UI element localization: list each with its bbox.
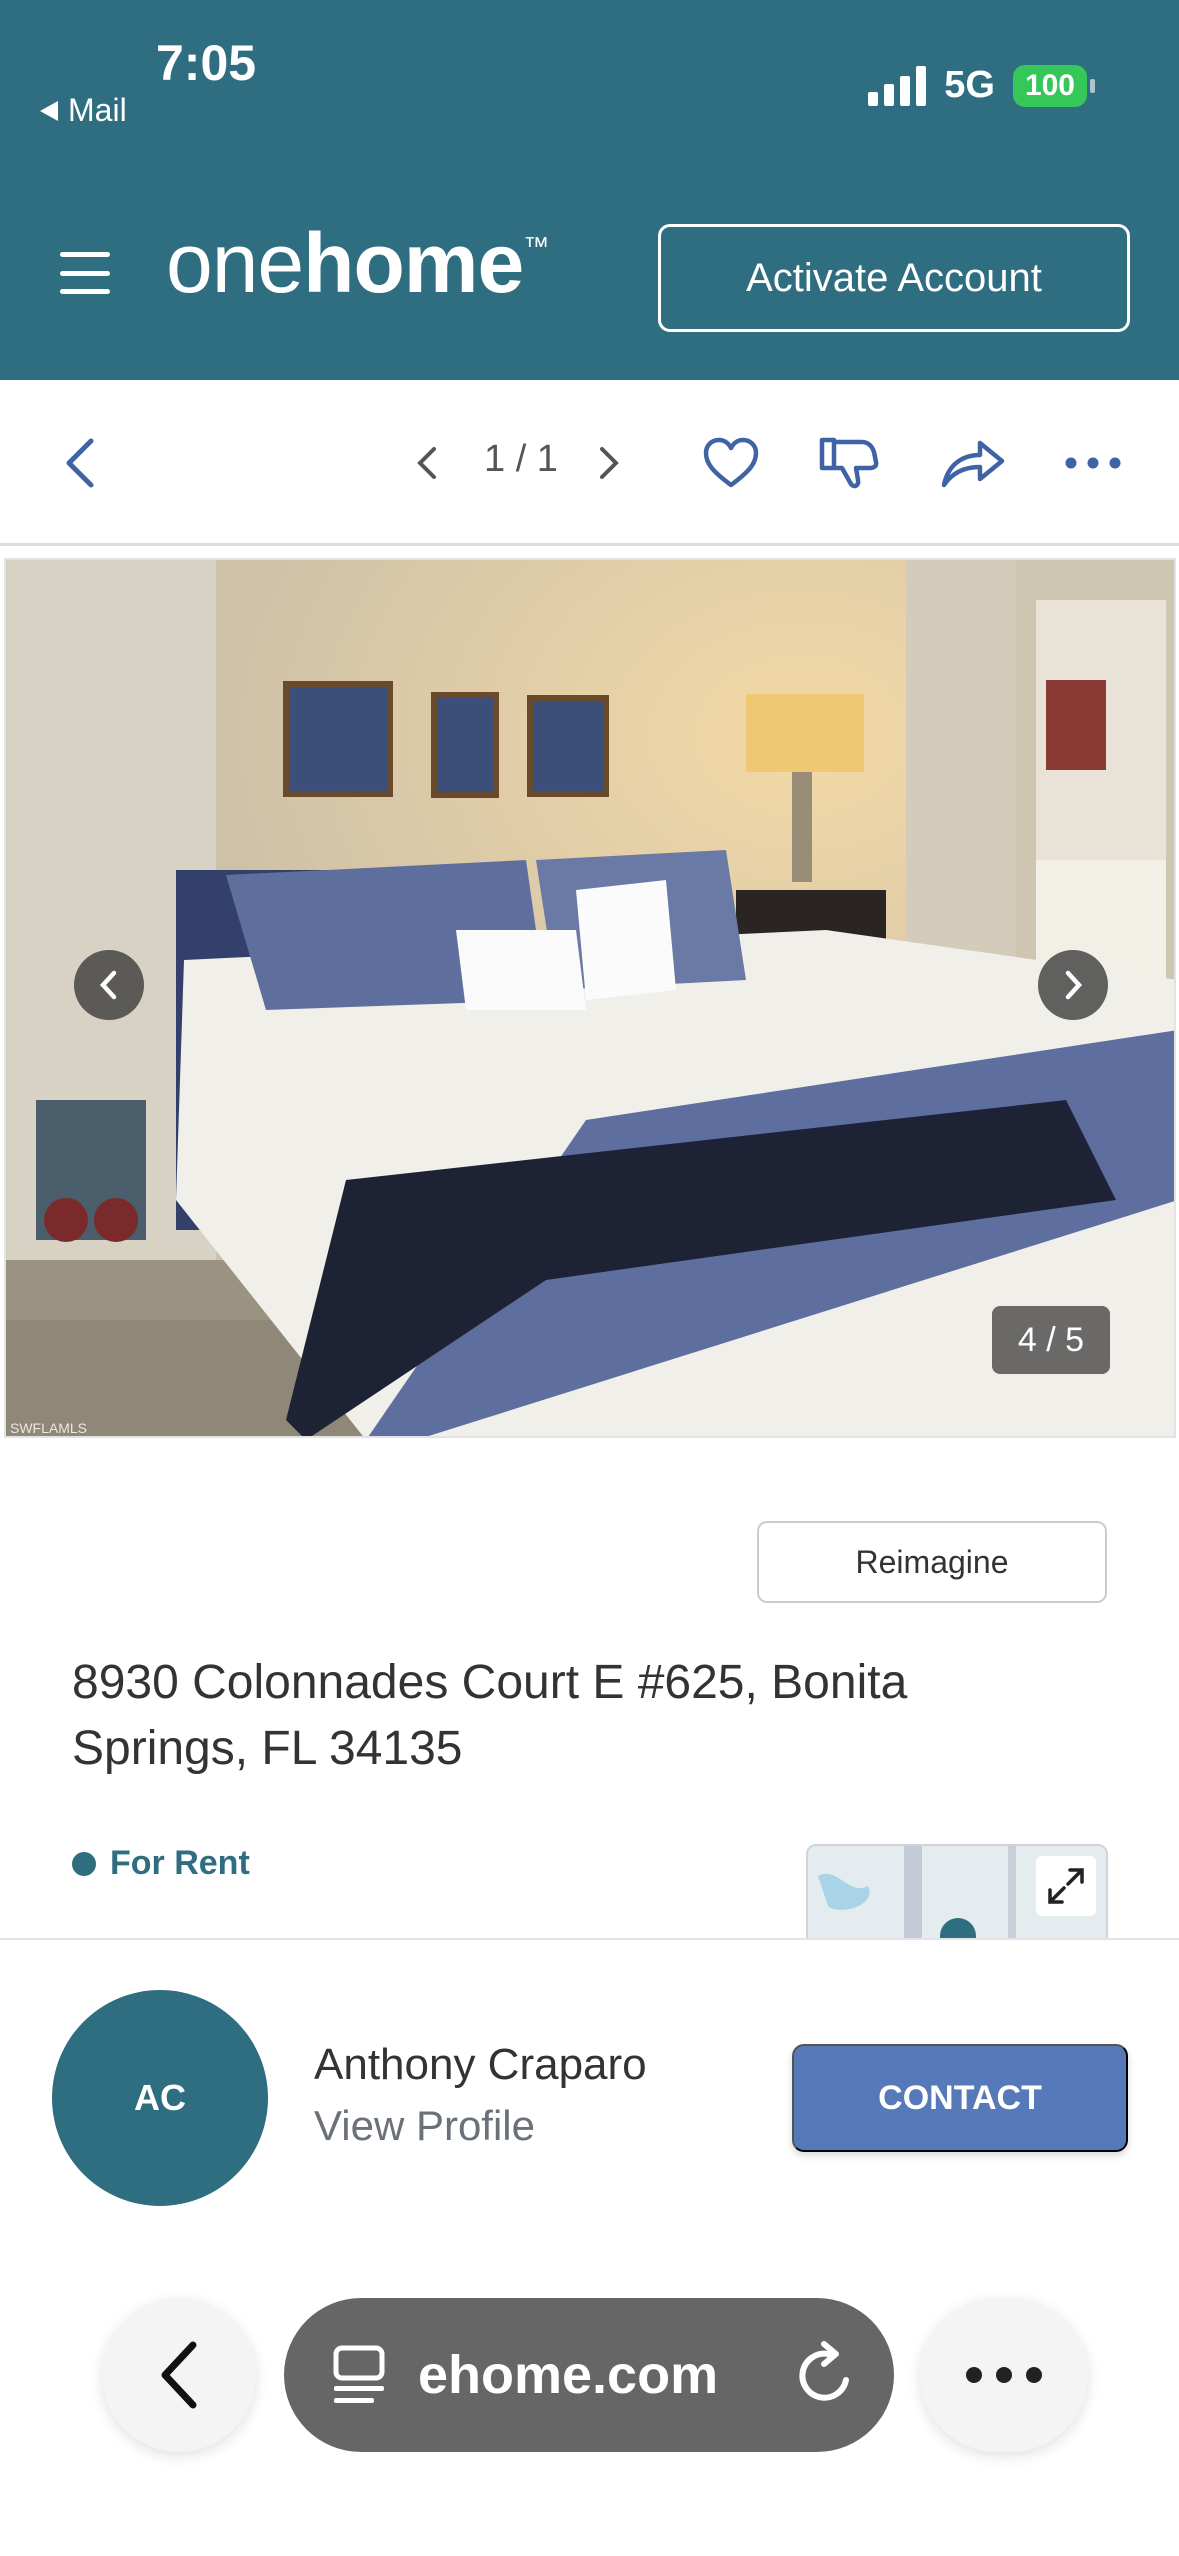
more-options-icon[interactable] [1058,428,1128,498]
status-time: 7:05 [156,35,257,91]
chevron-right-icon [1065,970,1083,1000]
prev-listing-icon[interactable] [392,428,462,498]
view-profile-link[interactable]: View Profile [314,2102,535,2150]
activate-account-button[interactable]: Activate Account [658,224,1130,332]
back-to-mail[interactable]: Mail [38,92,127,129]
chevron-left-icon [161,2341,197,2409]
browser-back-button[interactable] [102,2298,256,2452]
photo-watermark: SWFLAMLS [10,1420,88,1436]
next-listing-icon[interactable] [574,428,644,498]
signal-icon [868,65,927,106]
status-label: For Rent [110,1844,250,1882]
back-chevron-icon[interactable] [44,428,114,498]
listing-pager: 1 / 1 [484,438,558,480]
reimagine-button[interactable]: Reimagine [757,1521,1107,1603]
agent-bar: AC Anthony Craparo View Profile CONTACT [0,1938,1179,2556]
reload-icon[interactable] [794,2340,858,2410]
listing-address: 8930 Colonnades Court E #625, Bonita Spr… [72,1656,908,1775]
app-header: 7:05 Mail 5G 100 onehome™ Activate Accou… [0,0,1179,380]
network-type: 5G [944,64,995,106]
map-thumbnail[interactable] [806,1844,1108,1944]
photo-prev-button[interactable] [74,950,144,1020]
back-app-label: Mail [68,92,127,128]
onehome-logo[interactable]: onehome™ [166,215,549,312]
photo-counter: 4 / 5 [992,1306,1110,1374]
agent-avatar[interactable]: AC [52,1990,268,2206]
share-icon[interactable] [938,428,1008,498]
battery-indicator: 100 [1012,64,1096,107]
tabs-icon [333,2345,385,2403]
heart-icon[interactable] [696,428,766,498]
back-triangle-icon [40,100,58,121]
photo-next-button[interactable] [1038,950,1108,1020]
thumbs-down-icon[interactable] [814,428,884,498]
contact-button[interactable]: CONTACT [792,2044,1128,2152]
expand-map-icon[interactable] [1036,1856,1096,1916]
status-dot-icon [72,1851,96,1876]
chevron-left-icon [99,970,117,1000]
menu-icon[interactable] [60,252,110,294]
browser-url-text: ehome.com [418,2345,719,2405]
agent-name: Anthony Craparo [314,2040,647,2089]
status-indicators: 5G 100 [868,64,1096,107]
browser-url-bar[interactable]: ehome.com [284,2298,894,2452]
listing-status: For Rent [72,1844,250,1883]
listing-photo[interactable]: 4 / 5 SWFLAMLS [4,558,1176,1438]
browser-more-button[interactable] [920,2298,1088,2452]
listing-toolbar: 1 / 1 [0,380,1179,546]
